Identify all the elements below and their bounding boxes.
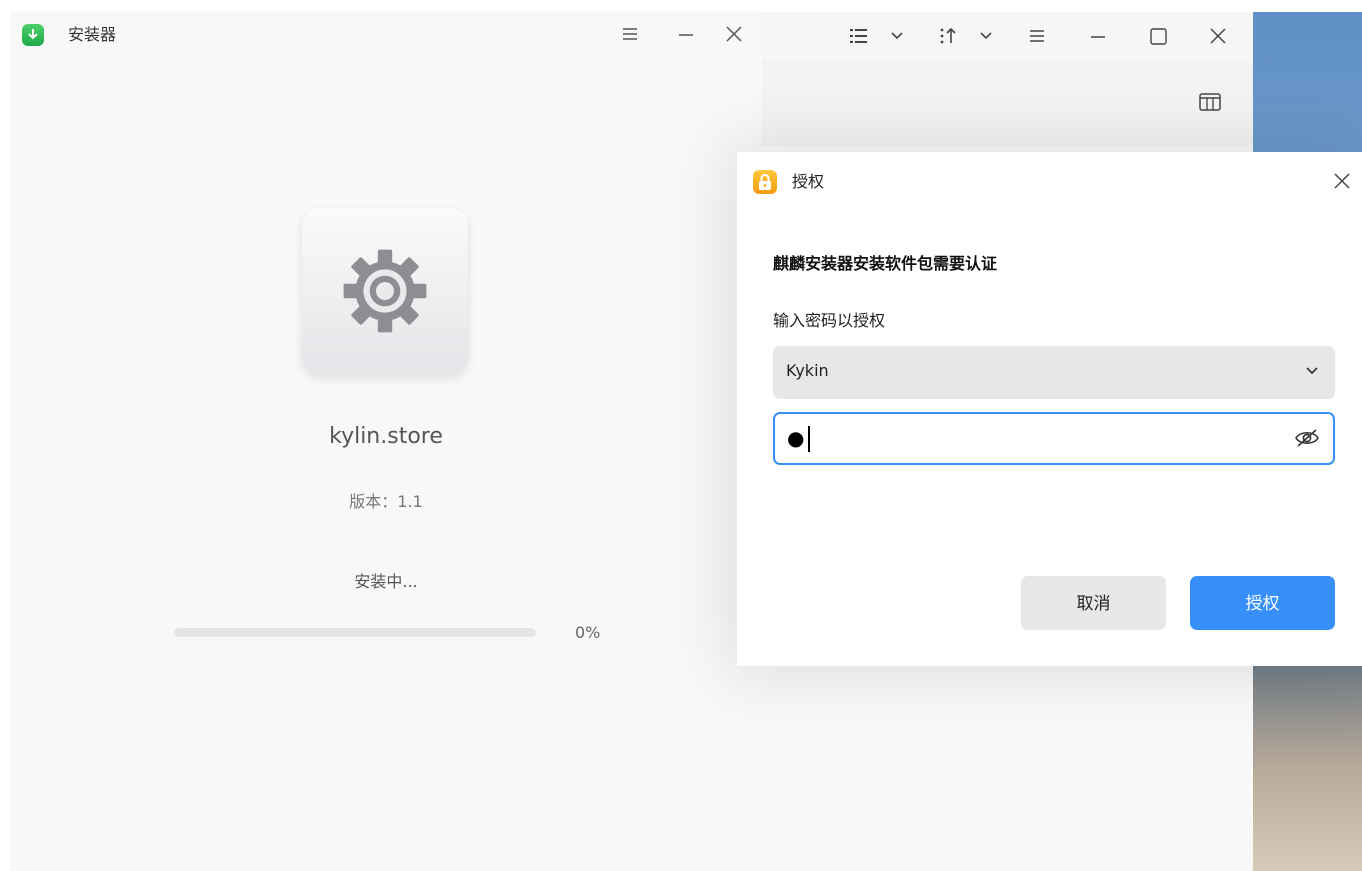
cancel-button[interactable]: 取消 (1021, 576, 1166, 630)
installer-titlebar: 安装器 (10, 12, 762, 58)
close-icon[interactable] (1332, 170, 1352, 197)
close-icon[interactable] (722, 22, 746, 51)
dialog-title: 授权 (792, 172, 825, 191)
auth-heading: 麒麟安装器安装软件包需要认证 (773, 254, 998, 273)
hide-password-icon[interactable] (1293, 426, 1321, 450)
text-caret (808, 426, 810, 452)
minimize-icon[interactable] (1089, 26, 1107, 49)
menu-icon[interactable] (1028, 26, 1046, 49)
package-icon (302, 208, 468, 374)
list-view-icon[interactable] (849, 26, 869, 49)
install-progress-label: 0% (575, 623, 601, 642)
authorize-button[interactable]: 授权 (1190, 576, 1335, 630)
installer-window: 安装器 kylin.store 版本：1.1 安装中... 0% (10, 12, 762, 871)
user-select-value: Kykin (786, 361, 829, 380)
sort-icon[interactable] (938, 26, 958, 49)
chevron-down-icon (1305, 362, 1319, 382)
password-input[interactable]: ● (773, 412, 1335, 465)
file-manager-subbar (762, 60, 1253, 146)
file-manager-toolbar (762, 12, 1253, 60)
minimize-icon[interactable] (674, 22, 698, 51)
install-status: 安装中... (354, 572, 418, 591)
columns-icon[interactable] (1199, 92, 1221, 115)
auth-dialog: 授权 麒麟安装器安装软件包需要认证 输入密码以授权 Kykin ● 取消 授权 (737, 152, 1362, 666)
close-icon[interactable] (1208, 26, 1228, 49)
gear-icon (343, 249, 427, 333)
install-progress-bar (174, 628, 536, 637)
maximize-icon[interactable] (1149, 26, 1169, 49)
user-select[interactable]: Kykin (773, 346, 1335, 399)
password-mask: ● (787, 426, 805, 450)
installer-logo-icon (22, 24, 44, 46)
auth-subtitle: 输入密码以授权 (773, 311, 886, 330)
chevron-down-icon[interactable] (889, 26, 905, 49)
window-title: 安装器 (68, 25, 117, 44)
lock-icon (753, 170, 777, 194)
package-version: 版本：1.1 (349, 492, 423, 511)
chevron-down-icon[interactable] (978, 26, 994, 49)
menu-icon[interactable] (618, 22, 642, 51)
package-name: kylin.store (329, 424, 443, 449)
